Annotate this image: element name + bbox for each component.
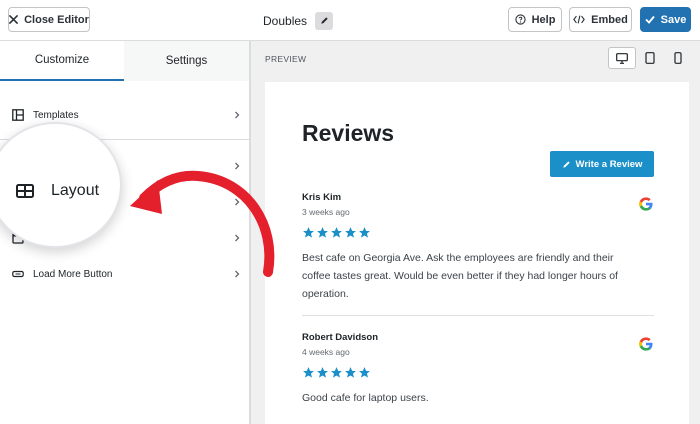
code-icon bbox=[573, 15, 585, 24]
reviewer-name: Robert Davidson bbox=[302, 332, 379, 343]
review-text: Best cafe on Georgia Ave. Ask the employ… bbox=[302, 252, 618, 300]
star-icon bbox=[317, 367, 328, 378]
mobile-icon bbox=[674, 52, 682, 64]
star-icon bbox=[331, 227, 342, 238]
review-item: Kris Kim 3 weeks ago Best cafe on Georgi… bbox=[302, 192, 654, 303]
tablet-icon bbox=[645, 52, 655, 64]
pencil-icon bbox=[562, 160, 570, 168]
preview-card: Reviews Write a Review Kris Kim 3 weeks … bbox=[265, 82, 689, 424]
review-date: 4 weeks ago bbox=[302, 347, 350, 357]
help-button[interactable]: Help bbox=[508, 7, 562, 32]
star-rating bbox=[302, 226, 654, 239]
google-icon bbox=[639, 337, 653, 351]
review-item: Robert Davidson 4 weeks ago Good cafe fo… bbox=[302, 332, 654, 407]
write-review-button[interactable]: Write a Review bbox=[550, 151, 654, 177]
sidebar-tabs: Customize Settings bbox=[0, 41, 249, 81]
star-icon bbox=[345, 367, 356, 378]
close-editor-button[interactable]: Close Editor bbox=[8, 7, 90, 32]
feed-title-text: Doubles bbox=[263, 13, 308, 28]
preview-bar: PREVIEW bbox=[253, 41, 700, 80]
sidebar-item-label: Load More Button bbox=[33, 268, 113, 280]
review-divider bbox=[302, 315, 654, 316]
star-icon bbox=[345, 227, 356, 238]
check-icon bbox=[645, 15, 655, 24]
device-switcher bbox=[608, 47, 692, 69]
star-icon bbox=[317, 227, 328, 238]
tab-customize[interactable]: Customize bbox=[0, 41, 124, 81]
star-icon bbox=[359, 227, 370, 238]
mobile-view-button[interactable] bbox=[664, 47, 692, 69]
sidebar-item-label: Templates bbox=[33, 109, 79, 121]
google-icon bbox=[639, 197, 653, 211]
close-editor-label: Close Editor bbox=[24, 13, 89, 26]
review-text: Good cafe for laptop users. bbox=[302, 392, 429, 404]
button-icon bbox=[12, 270, 24, 278]
tab-settings[interactable]: Settings bbox=[124, 41, 249, 81]
embed-button[interactable]: Embed bbox=[569, 7, 632, 32]
pencil-icon bbox=[320, 17, 328, 24]
save-button[interactable]: Save bbox=[640, 7, 691, 32]
chevron-right-icon bbox=[235, 111, 240, 119]
embed-label: Embed bbox=[591, 13, 628, 26]
star-icon bbox=[359, 367, 370, 378]
pointer-arrow bbox=[130, 170, 275, 277]
help-label: Help bbox=[531, 13, 556, 26]
star-icon bbox=[331, 367, 342, 378]
desktop-icon bbox=[616, 52, 628, 64]
tablet-view-button[interactable] bbox=[636, 47, 664, 69]
star-icon bbox=[303, 227, 314, 238]
templates-icon bbox=[12, 109, 24, 121]
help-icon bbox=[514, 14, 526, 25]
star-rating bbox=[302, 366, 654, 379]
close-icon bbox=[9, 15, 19, 24]
save-label: Save bbox=[660, 13, 687, 26]
layout-icon bbox=[16, 184, 34, 198]
preview-label: PREVIEW bbox=[265, 54, 307, 64]
reviews-heading: Reviews bbox=[302, 120, 395, 146]
magnifier-label: Layout bbox=[51, 182, 100, 199]
feed-title: Doubles bbox=[263, 0, 334, 41]
desktop-view-button[interactable] bbox=[608, 47, 636, 69]
edit-title-button[interactable] bbox=[315, 11, 334, 30]
reviewer-name: Kris Kim bbox=[302, 192, 342, 203]
star-icon bbox=[303, 367, 314, 378]
top-bar: Close Editor Doubles Help Embed Save bbox=[0, 0, 700, 41]
write-review-label: Write a Review bbox=[575, 158, 643, 170]
review-date: 3 weeks ago bbox=[302, 207, 350, 217]
